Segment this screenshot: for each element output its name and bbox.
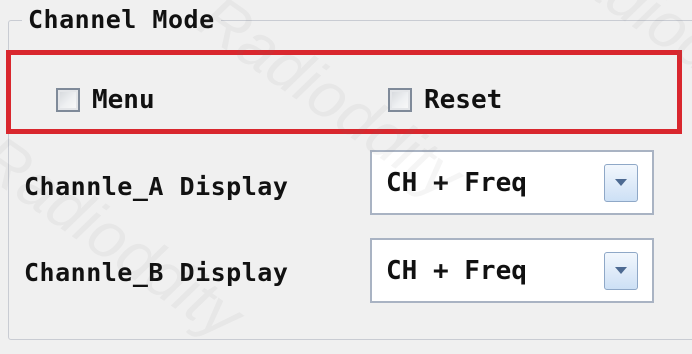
menu-checkbox[interactable]: Menu bbox=[56, 85, 155, 115]
chevron-down-icon[interactable] bbox=[604, 251, 638, 290]
chevron-down-icon[interactable] bbox=[604, 163, 638, 202]
channel-b-display-value: CH + Freq bbox=[386, 255, 527, 286]
channel-a-display-label: Channle_A Display bbox=[24, 172, 289, 201]
reset-checkbox[interactable]: Reset bbox=[388, 85, 502, 115]
menu-checkbox-label: Menu bbox=[92, 85, 155, 115]
channel-b-display-label: Channle_B Display bbox=[24, 258, 289, 287]
reset-checkbox-box[interactable] bbox=[388, 88, 412, 112]
channel-a-display-value: CH + Freq bbox=[386, 167, 527, 198]
channel-b-display-select[interactable]: CH + Freq bbox=[370, 238, 654, 303]
group-title: Channel Mode bbox=[22, 2, 221, 38]
channel-a-display-select[interactable]: CH + Freq bbox=[370, 150, 654, 215]
reset-checkbox-label: Reset bbox=[424, 85, 503, 115]
menu-checkbox-box[interactable] bbox=[56, 88, 80, 112]
